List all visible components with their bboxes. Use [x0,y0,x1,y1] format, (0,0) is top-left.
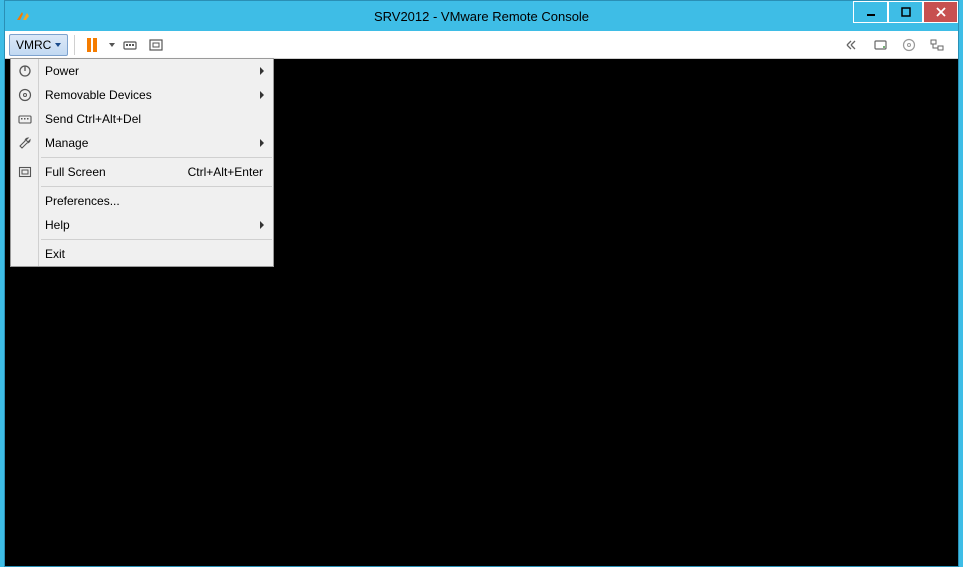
chevron-down-icon [55,43,61,47]
menu-item-fullscreen[interactable]: Full Screen Ctrl+Alt+Enter [11,160,273,184]
close-button[interactable] [923,1,958,23]
menu-label: Send Ctrl+Alt+Del [45,112,263,126]
toolbar-separator [74,35,75,55]
chevron-right-icon [260,91,264,99]
menu-item-help[interactable]: Help [11,213,273,237]
chevron-right-icon [260,221,264,229]
minimize-button[interactable] [853,1,888,23]
fullscreen-icon [148,37,164,53]
menu-item-removable-devices[interactable]: Removable Devices [11,83,273,107]
menu-item-preferences[interactable]: Preferences... [11,189,273,213]
network-icon[interactable] [926,34,948,56]
vmrc-menu-button[interactable]: VMRC [9,34,68,56]
toolbar: VMRC [5,31,958,59]
keyboard-icon [15,109,35,129]
chevron-right-icon [260,67,264,75]
window-title: SRV2012 - VMware Remote Console [5,9,958,24]
toolbar-right [842,34,954,56]
menu-separator [41,157,272,158]
chevron-right-icon [260,139,264,147]
menu-separator [41,239,272,240]
vmrc-dropdown-menu: Power Removable Devices Send Ctrl+Alt+De… [10,58,274,267]
pause-button[interactable] [81,34,103,56]
window-controls [853,1,958,23]
power-icon [15,61,35,81]
maximize-button[interactable] [888,1,923,23]
menu-item-manage[interactable]: Manage [11,131,273,155]
menu-separator [41,186,272,187]
menu-label: Power [45,64,263,78]
chevron-down-icon[interactable] [109,43,115,47]
connection-icon[interactable] [842,34,864,56]
menu-label: Manage [45,136,263,150]
disc-icon[interactable] [898,34,920,56]
drive-icon[interactable] [870,34,892,56]
send-cad-icon [122,37,138,53]
menu-label: Removable Devices [45,88,263,102]
disc-icon [15,85,35,105]
titlebar[interactable]: SRV2012 - VMware Remote Console [5,1,958,31]
menu-item-send-cad[interactable]: Send Ctrl+Alt+Del [11,107,273,131]
menu-item-power[interactable]: Power [11,59,273,83]
vmrc-label: VMRC [16,38,51,52]
menu-item-exit[interactable]: Exit [11,242,273,266]
app-icon [13,6,33,26]
pause-icon [87,38,97,52]
menu-label: Exit [45,247,263,261]
fullscreen-button[interactable] [145,34,167,56]
fullscreen-icon [15,162,35,182]
menu-label: Full Screen [45,165,188,179]
menu-label: Help [45,218,263,232]
menu-label: Preferences... [45,194,263,208]
wrench-icon [15,133,35,153]
menu-shortcut: Ctrl+Alt+Enter [188,165,263,179]
send-cad-button[interactable] [119,34,141,56]
